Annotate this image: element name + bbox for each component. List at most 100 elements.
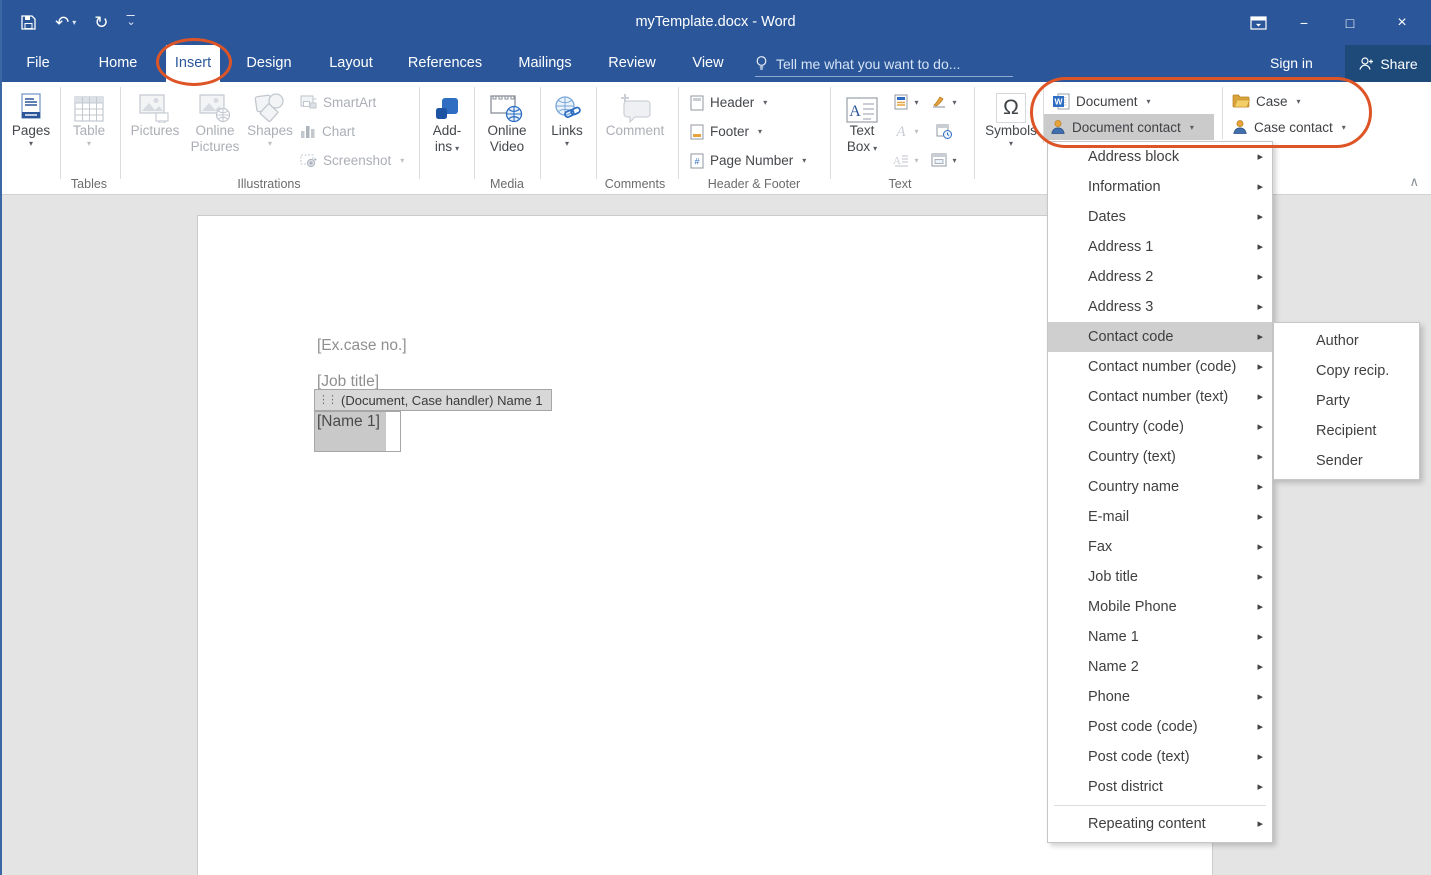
menu-item[interactable]: Address 1 ▸ [1048,232,1272,262]
content-control-tag[interactable]: ⋮⋮ (Document, Case handler) Name 1 [314,389,552,411]
ribbon-tab[interactable]: Design [240,45,298,82]
menu-item[interactable]: Contact number (text) ▸ [1048,382,1272,412]
share-button[interactable]: Share [1345,45,1431,82]
links-button[interactable]: Links ▾ [544,85,590,179]
menu-item[interactable]: Post code (code) ▸ [1048,712,1272,742]
menu-item[interactable]: Post district ▸ [1048,772,1272,802]
contact-person-icon [1050,119,1066,135]
text-box-button[interactable]: A TextBox▾ [838,85,886,179]
name-content-control[interactable]: [Name 1] [314,411,401,452]
submenu-item[interactable]: Party [1274,386,1419,416]
case-folder-icon [1232,94,1250,108]
ribbon-tab[interactable]: Insert [166,45,220,82]
menu-item[interactable]: Address 2 ▸ [1048,262,1272,292]
object-button[interactable]: ▾ [926,147,962,173]
ribbon-tab[interactable]: Mailings [512,45,578,82]
smartart-button: SmartArt [300,89,376,116]
menu-item-label: Post code (text) [1088,749,1190,765]
page-number-caret-icon: ▾ [802,156,806,165]
document-button[interactable]: W Document ▾ [1046,88,1157,114]
menu-item[interactable]: Name 2 ▸ [1048,652,1272,682]
close-button[interactable]: × [1373,0,1431,45]
menu-item[interactable]: Address 3 ▸ [1048,292,1272,322]
submenu-arrow-icon: ▸ [1257,502,1263,532]
case-contact-button[interactable]: Case contact ▾ [1226,114,1352,140]
case-button[interactable]: Case ▾ [1226,88,1307,114]
menu-item[interactable]: Contact number (code) ▸ [1048,352,1272,382]
share-label: Share [1380,56,1417,72]
case-contact-label: Case contact [1254,120,1333,135]
submenu-item[interactable]: Sender [1274,446,1419,476]
menu-item[interactable]: Phone ▸ [1048,682,1272,712]
menu-item[interactable]: Name 1 ▸ [1048,622,1272,652]
sign-in-link[interactable]: Sign in [1270,45,1313,82]
ribbon-tab-label: Mailings [518,55,571,71]
ribbon-display-options-button[interactable] [1235,0,1281,45]
ribbon-tab[interactable]: Layout [322,45,380,82]
submenu-item[interactable]: Recipient [1274,416,1419,446]
add-ins-caret-icon: ▾ [455,144,459,153]
tell-me-box[interactable]: Tell me what you want to do... [755,51,1013,77]
menu-item[interactable]: Repeating content ▸ [1048,809,1272,839]
drag-handle-icon[interactable]: ⋮⋮ [318,395,336,405]
ribbon-tab[interactable]: View [684,45,732,82]
chart-label: Chart [322,124,355,139]
submenu-item[interactable]: Author [1274,326,1419,356]
wordart-caret-icon: ▾ [914,127,918,136]
document-contact-button[interactable]: Document contact ▾ [1044,114,1214,140]
submenu-arrow-icon: ▸ [1257,532,1263,562]
case-caret-icon: ▾ [1297,97,1301,106]
ex-case-no-text: [Ex.case no.] [317,337,407,355]
add-ins-button[interactable]: Add-ins▾ [424,85,470,179]
menu-item[interactable]: Country name ▸ [1048,472,1272,502]
collapse-ribbon-button[interactable]: ∧ [1409,174,1419,190]
header-label: Header [710,95,754,110]
submenu-arrow-icon: ▸ [1257,292,1263,322]
menu-item[interactable]: E-mail ▸ [1048,502,1272,532]
menu-item[interactable]: Post code (text) ▸ [1048,742,1272,772]
ribbon-tab-label: Insert [175,55,211,71]
menu-item[interactable]: Job title ▸ [1048,562,1272,592]
screenshot-button: Screenshot ▾ [300,147,404,174]
ribbon-tab-label: Home [99,55,138,71]
ribbon-tab[interactable]: File [16,45,60,82]
page-number-button[interactable]: # Page Number ▾ [690,147,806,174]
menu-item[interactable]: Address block ▸ [1048,142,1272,172]
comment-label: Comment [602,123,668,139]
signature-line-button[interactable]: ▾ [926,89,962,115]
group-separator [974,87,975,179]
ribbon-tab[interactable]: References [406,45,484,82]
ribbon-tab[interactable]: Home [90,45,146,82]
drop-cap-caret-icon: ▾ [914,156,918,165]
menu-item-label: Dates [1088,209,1126,225]
submenu-item[interactable]: Copy recip. [1274,356,1419,386]
pages-button[interactable]: Pages ▾ [8,85,54,179]
submenu-arrow-icon: ▸ [1257,202,1263,232]
smartart-icon [300,95,317,110]
submenu-item-label: Party [1316,393,1350,409]
text-box-label-1: Text [850,123,875,138]
maximize-button[interactable]: □ [1327,0,1373,45]
online-video-button[interactable]: OnlineVideo [478,85,536,179]
menu-item-label: Contact number (code) [1088,359,1236,375]
submenu-arrow-icon: ▸ [1257,742,1263,772]
menu-item[interactable]: Fax ▸ [1048,532,1272,562]
menu-item[interactable]: Information ▸ [1048,172,1272,202]
date-time-button[interactable] [926,118,962,144]
ribbon-tab[interactable]: Review [602,45,662,82]
menu-item-label: Address 2 [1088,269,1153,285]
minimize-button[interactable]: − [1281,0,1327,45]
quick-parts-button[interactable]: ▾ [888,89,924,115]
symbols-button[interactable]: Ω Symbols ▾ [982,85,1040,179]
header-caret-icon: ▾ [763,98,767,107]
menu-item[interactable]: Mobile Phone ▸ [1048,592,1272,622]
menu-item[interactable]: Country (text) ▸ [1048,442,1272,472]
menu-item-label: Job title [1088,569,1138,585]
submenu-item-label: Copy recip. [1316,363,1389,379]
menu-item[interactable]: Contact code ▸ [1048,322,1272,352]
text-group-label: Text [845,177,955,191]
header-button[interactable]: Header ▾ [690,89,767,116]
menu-item[interactable]: Dates ▸ [1048,202,1272,232]
menu-item[interactable]: Country (code) ▸ [1048,412,1272,442]
footer-button[interactable]: Footer ▾ [690,118,762,145]
